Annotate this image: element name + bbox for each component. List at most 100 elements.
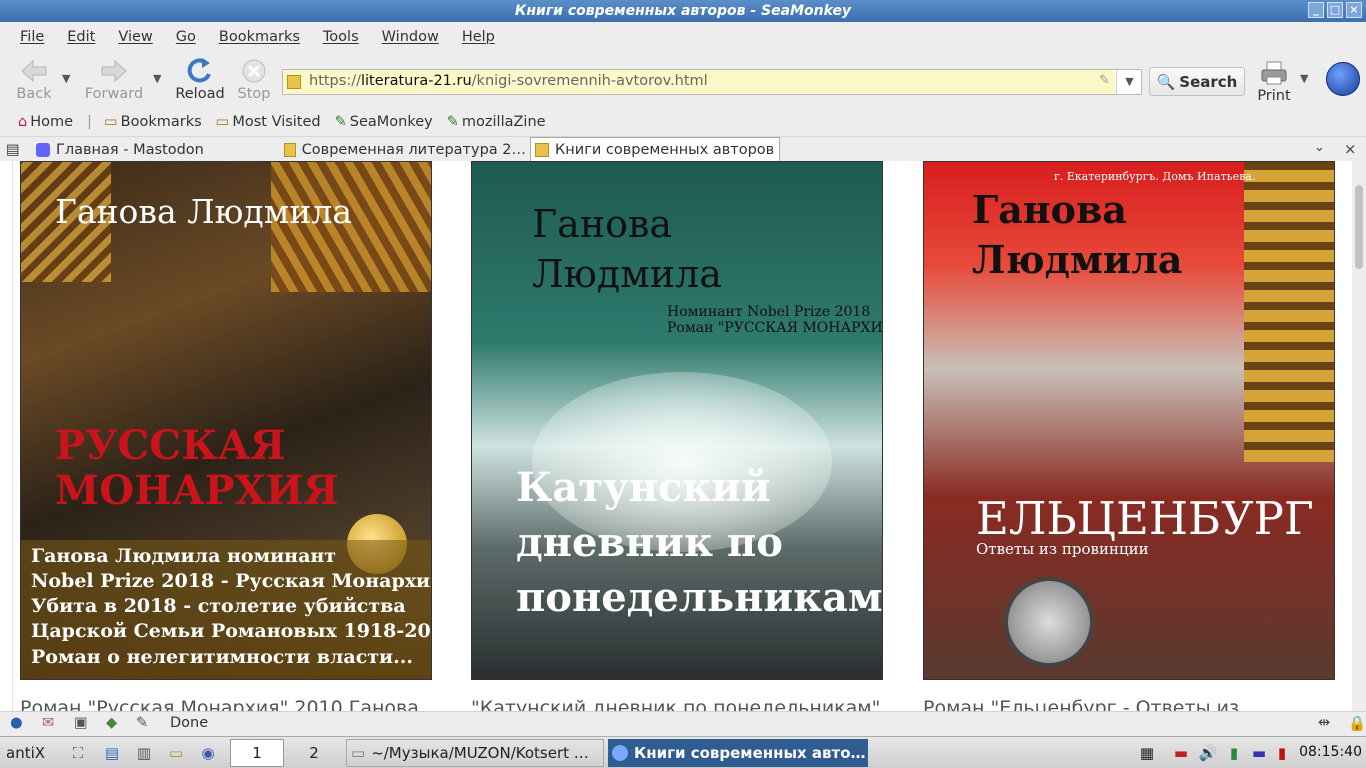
bookmark-star-icon: ✎ (334, 114, 347, 130)
menu-file[interactable]: File (20, 29, 44, 45)
addressbook-icon[interactable]: ✎ (136, 715, 148, 731)
back-history-dropdown[interactable]: ▼ (62, 72, 70, 85)
bookmarks-toolbar: ⌂ Home | ▭ Bookmarks ▭ Most Visited ✎ SeaMon… (0, 110, 1366, 134)
security-lock-icon[interactable]: 🔒 (1348, 715, 1366, 732)
bookmark-seamonkey[interactable]: ✎ SeaMonkey (335, 114, 433, 130)
menu-view[interactable]: View (118, 29, 152, 45)
stop-label: Stop (237, 86, 271, 102)
archive-icon[interactable]: ▥ (130, 739, 158, 767)
menu-bookmarks[interactable]: Bookmarks (219, 29, 300, 45)
tab-books-modern-authors[interactable]: Книги современных авторов (530, 137, 780, 162)
maximize-button[interactable]: □ (1327, 2, 1343, 18)
close-tab-button[interactable]: × (1344, 140, 1357, 158)
forward-history-dropdown[interactable]: ▼ (153, 72, 161, 85)
cover-author-line1: Ганова (532, 202, 673, 246)
tab-mastodon[interactable]: Главная - Mastodon (36, 138, 280, 161)
volume-icon[interactable]: 🔊 (1196, 739, 1220, 767)
url-path: /knigi-sovremennih-avtorov.html (471, 73, 708, 89)
book-cover-russian-monarchy[interactable]: Ганова Людмила РУССКАЯ МОНАРХИЯ Ганова Л… (20, 161, 432, 680)
bookmark-home[interactable]: ⌂ Home (18, 114, 73, 130)
mail-icon[interactable]: ✉ (42, 715, 54, 731)
url-text[interactable]: https://literatura-21.ru/knigi-sovremenn… (309, 73, 708, 89)
edit-url-icon[interactable]: ✎ (1099, 73, 1110, 88)
cover-blurb-line3: Убита в 2018 - столетие убийства (31, 595, 406, 617)
cpu-monitor-icon: ▮ (1229, 744, 1239, 762)
site-favicon-icon (284, 142, 296, 157)
seamonkey-logo-icon[interactable] (1326, 62, 1360, 96)
scrollbar-thumb[interactable] (1355, 185, 1363, 269)
forward-label: Forward (84, 86, 144, 102)
cover-blurb-line5: Роман о нелегитимности власти... (31, 646, 413, 668)
search-label: Search (1179, 72, 1238, 91)
workspace-2[interactable]: 2 (288, 739, 340, 767)
workspace-1[interactable]: 1 (230, 739, 284, 767)
site-favicon-icon (287, 75, 301, 89)
mastodon-icon (36, 142, 50, 157)
menu-help[interactable]: Help (462, 29, 495, 45)
cover-subtitle: Ответы из провинции (976, 540, 1149, 558)
cover-blurb-line2: Nobel Prize 2018 - Русская Монархия (31, 570, 432, 592)
network-globe-icon[interactable]: ● (10, 715, 23, 731)
menu-tools[interactable]: Tools (323, 29, 359, 45)
menu-go[interactable]: Go (176, 29, 196, 45)
cover-novel: Роман "РУССКАЯ МОНАРХИЯ" (667, 320, 883, 336)
composer-icon[interactable]: ▣ (74, 715, 88, 731)
tray-app-icon[interactable]: ▦ (1136, 739, 1158, 767)
seamonkey-icon (612, 745, 628, 761)
task-seamonkey-label: Книги современных авто… (634, 744, 866, 762)
url-history-dropdown[interactable]: ▼ (1116, 70, 1142, 94)
url-scheme: https:// (309, 73, 361, 89)
bookmark-mozillazine[interactable]: ✎ mozillaZine (447, 114, 546, 130)
show-desktop-icon[interactable]: ⛶ (64, 739, 92, 767)
forward-arrow-icon (101, 59, 127, 83)
cover-author: Ганова Людмила (55, 192, 353, 231)
folder-icon: ▭ (103, 114, 118, 130)
print-dropdown[interactable]: ▼ (1300, 72, 1308, 85)
back-button[interactable]: Back (14, 58, 54, 102)
start-menu-button[interactable]: antiX (6, 739, 62, 767)
close-window-button[interactable]: × (1346, 2, 1362, 18)
reload-icon (187, 58, 211, 83)
back-arrow-icon (21, 59, 47, 83)
menu-window[interactable]: Window (382, 29, 439, 45)
folder-icon: ▭ (215, 114, 230, 130)
url-bar[interactable]: https://literatura-21.ru/knigi-sovremenn… (282, 69, 1142, 95)
cartridge-belt-decoration (1244, 162, 1334, 462)
sidebar-toggle-icon[interactable]: ▤ (6, 138, 28, 161)
memory-monitor-icon: ▬ (1251, 744, 1267, 762)
tab-list-button[interactable]: ⌄ (1314, 140, 1325, 155)
cover-author-line2: Людмила (532, 252, 722, 296)
browser-launcher-icon[interactable]: ◉ (194, 739, 222, 767)
book-cover-yeltsenburg[interactable]: г. Екатеринбургъ. Домъ Ипатьева. Ганова … (923, 161, 1335, 680)
stop-button[interactable]: Stop (236, 58, 272, 102)
book-cover-katun-diary[interactable]: Ганова Людмила Номинант Nobel Prize 2018… (471, 161, 883, 680)
task-music-folder[interactable]: ▭ ~/Музыка/MUZON/Kotsert … (346, 739, 604, 767)
tab-modern-literature[interactable]: Современная литература 2… (284, 138, 526, 161)
minimize-button[interactable]: _ (1308, 2, 1324, 18)
search-button[interactable]: 🔍 Search (1149, 67, 1245, 96)
folder-icon[interactable]: ▭ (162, 739, 190, 767)
bookmark-star-icon: ✎ (446, 114, 459, 130)
menu-edit[interactable]: Edit (67, 29, 95, 45)
home-icon: ⌂ (18, 114, 28, 130)
vertical-scrollbar[interactable] (1352, 161, 1366, 711)
chat-icon[interactable]: ◆ (106, 715, 117, 731)
keyboard-layout-flag-icon[interactable]: ▬ (1168, 739, 1194, 767)
network-monitor-icon: ▮ (1277, 744, 1287, 762)
status-text: Done (170, 715, 209, 731)
bookmark-mozillazine-label: mozillaZine (461, 114, 546, 130)
cover-title-line3: понедельникам (516, 574, 883, 621)
bookmark-most-visited[interactable]: ▭ Most Visited (216, 114, 321, 130)
site-favicon-icon (535, 143, 549, 157)
forward-button[interactable]: Forward (83, 58, 145, 102)
bookmark-bookmarks-menu[interactable]: ▭ Bookmarks (104, 114, 202, 130)
reload-button[interactable]: Reload (174, 58, 226, 102)
cover-title-line2: дневник по (516, 519, 783, 566)
bookmark-seamonkey-label: SeaMonkey (349, 114, 433, 130)
book-description: Роман "Ельценбург - Ответы из (923, 697, 1240, 711)
print-button[interactable]: Print (1254, 60, 1294, 104)
bookmark-home-label: Home (30, 114, 74, 130)
window-title: Книги современных авторов - SeaMonkey (514, 3, 852, 19)
file-manager-icon[interactable]: ▤ (98, 739, 126, 767)
task-seamonkey[interactable]: Книги современных авто… (608, 739, 868, 767)
